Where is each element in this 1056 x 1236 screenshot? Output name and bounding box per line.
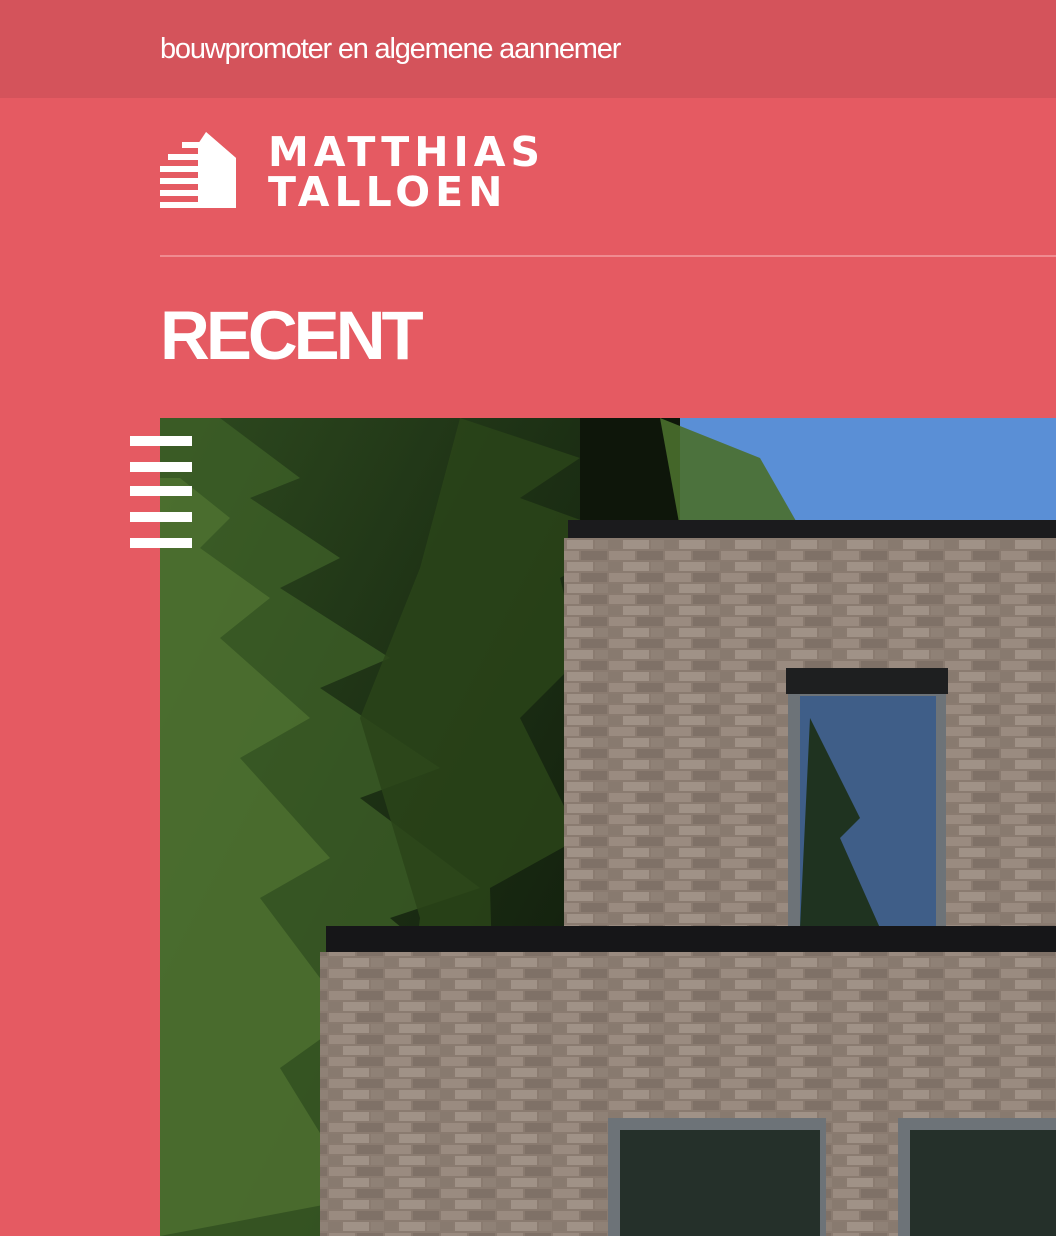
house-stripes-icon — [160, 132, 236, 208]
section-title: RECENT — [160, 297, 424, 374]
brand-name: MATTHIAS TALLOEN — [268, 128, 546, 216]
hero-photo — [160, 418, 1056, 1236]
hero-image[interactable] — [160, 418, 1056, 1236]
menu-button[interactable] — [128, 436, 194, 550]
tagline: bouwpromoter en algemene aannemer — [160, 33, 621, 65]
brand-name-line2: TALLOEN — [268, 168, 508, 216]
header-divider — [160, 255, 1056, 257]
brand-name-line1: MATTHIAS — [268, 128, 546, 176]
topbar: bouwpromoter en algemene aannemer — [0, 0, 1056, 98]
brand-logo-link[interactable]: MATTHIAS TALLOEN — [160, 132, 540, 213]
